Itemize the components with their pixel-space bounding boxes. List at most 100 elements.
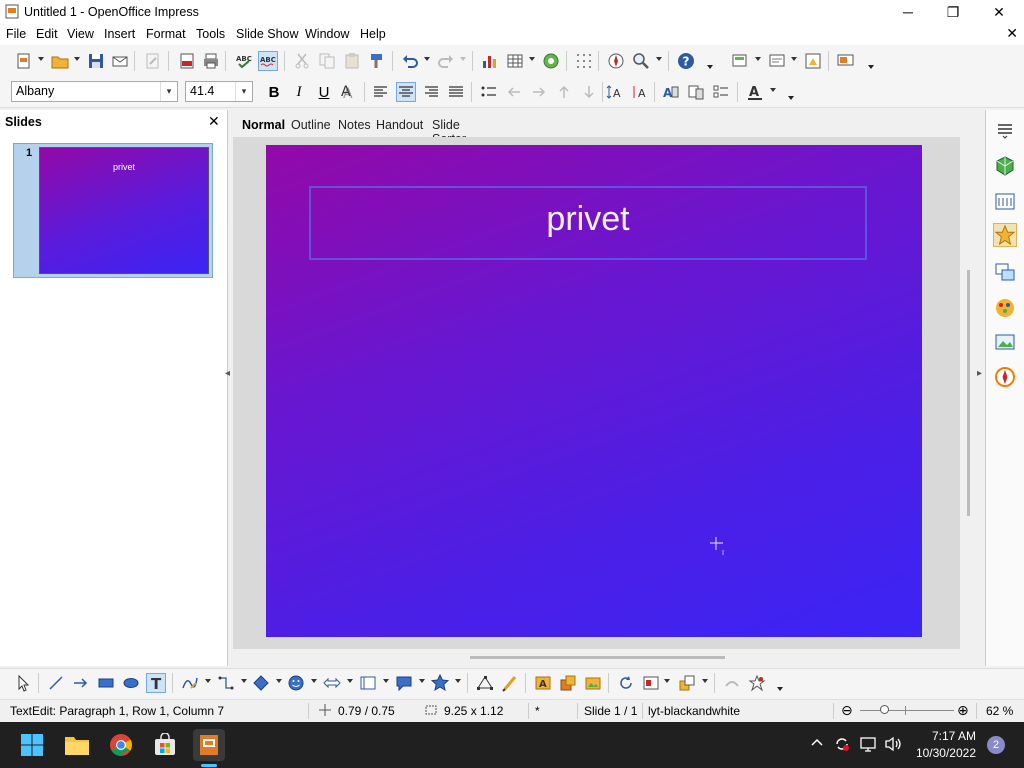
slide-icon[interactable] bbox=[730, 51, 750, 71]
symbol-shapes-icon[interactable] bbox=[286, 673, 306, 693]
font-color-dropdown-arrow[interactable] bbox=[770, 88, 776, 92]
rectangle-icon[interactable] bbox=[96, 673, 116, 693]
zoom-in-icon[interactable]: ⊕ bbox=[957, 702, 969, 719]
file-explorer-icon[interactable] bbox=[61, 729, 93, 761]
rotate-icon[interactable] bbox=[616, 673, 636, 693]
stars-dropdown-arrow[interactable] bbox=[455, 679, 461, 683]
email-document-icon[interactable] bbox=[110, 51, 130, 71]
align-right-icon[interactable] bbox=[421, 82, 441, 102]
select-arrow-icon[interactable] bbox=[14, 673, 34, 693]
justify-icon[interactable] bbox=[446, 82, 466, 102]
character-icon[interactable]: A bbox=[661, 82, 681, 102]
slide-thumbnail[interactable]: 1 privet bbox=[13, 143, 213, 278]
extrusion-icon[interactable] bbox=[722, 673, 742, 693]
new-dropdown-arrow[interactable] bbox=[38, 57, 44, 61]
zoom-percentage[interactable]: 62 % bbox=[986, 704, 1013, 718]
redo-dropdown-arrow[interactable] bbox=[460, 57, 466, 61]
connector-icon[interactable] bbox=[216, 673, 236, 693]
autospellcheck-icon[interactable]: ABC bbox=[258, 51, 278, 71]
connector-dropdown-arrow[interactable] bbox=[241, 679, 247, 683]
slide-show-icon[interactable] bbox=[836, 51, 856, 71]
align-left-icon[interactable] bbox=[371, 82, 391, 102]
menu-tools[interactable]: Tools bbox=[196, 27, 225, 41]
undo-icon[interactable] bbox=[400, 51, 420, 71]
basic-shapes-dropdown-arrow[interactable] bbox=[276, 679, 282, 683]
help-icon[interactable]: ? bbox=[676, 51, 696, 71]
basic-shapes-icon[interactable] bbox=[251, 673, 271, 693]
block-arrows-dropdown-arrow[interactable] bbox=[347, 679, 353, 683]
menu-slide-show[interactable]: Slide Show bbox=[236, 27, 299, 41]
menu-help[interactable]: Help bbox=[360, 27, 386, 41]
clone-formatting-icon[interactable] bbox=[367, 51, 387, 71]
align-center-icon[interactable] bbox=[396, 82, 416, 102]
save-icon[interactable] bbox=[86, 51, 106, 71]
font-color-icon[interactable]: A bbox=[745, 82, 765, 102]
openoffice-impress-taskbar-icon[interactable] bbox=[193, 729, 225, 761]
menu-format[interactable]: Format bbox=[146, 27, 186, 41]
toolbar-overflow-icon-4[interactable] bbox=[777, 677, 783, 691]
from-file-icon[interactable] bbox=[558, 673, 578, 693]
bullets-numbering-icon[interactable] bbox=[711, 82, 731, 102]
points-icon[interactable] bbox=[475, 673, 495, 693]
font-name-combo[interactable]: Albany ▾ bbox=[11, 81, 178, 102]
copy-icon[interactable] bbox=[317, 51, 337, 71]
font-name-dropdown-icon[interactable]: ▾ bbox=[160, 82, 177, 101]
open-dropdown-arrow[interactable] bbox=[74, 57, 80, 61]
table-dropdown-arrow[interactable] bbox=[529, 57, 535, 61]
open-folder-icon[interactable] bbox=[50, 51, 70, 71]
curve-dropdown-arrow[interactable] bbox=[205, 679, 211, 683]
curve-icon[interactable] bbox=[180, 673, 200, 693]
collapse-right-pane-icon[interactable]: ▸ bbox=[977, 368, 982, 379]
export-pdf-icon[interactable] bbox=[177, 51, 197, 71]
minimize-button[interactable]: ─ bbox=[885, 0, 931, 24]
master-pages-icon[interactable] bbox=[993, 190, 1017, 214]
display-views-icon[interactable] bbox=[803, 51, 823, 71]
insert-chart-icon[interactable] bbox=[480, 51, 500, 71]
grid-icon[interactable] bbox=[574, 51, 594, 71]
zoom-dropdown-arrow[interactable] bbox=[656, 57, 662, 61]
gallery-toolbar-icon[interactable] bbox=[583, 673, 603, 693]
custom-animation-icon[interactable] bbox=[993, 223, 1017, 247]
underline-button[interactable]: U bbox=[314, 82, 334, 102]
horizontal-scrollbar[interactable] bbox=[470, 656, 725, 659]
fontwork-icon[interactable]: A bbox=[533, 673, 553, 693]
volume-icon[interactable] bbox=[884, 735, 904, 756]
gallery-icon[interactable] bbox=[993, 330, 1017, 354]
close-document-icon[interactable]: ✕ bbox=[1006, 25, 1018, 42]
paste-icon[interactable] bbox=[342, 51, 362, 71]
alignment-dropdown-arrow[interactable] bbox=[664, 679, 670, 683]
menu-edit[interactable]: Edit bbox=[36, 27, 58, 41]
arrange-icon[interactable] bbox=[677, 673, 697, 693]
block-arrows-icon[interactable] bbox=[322, 673, 342, 693]
slides-pane-close-icon[interactable]: ✕ bbox=[208, 113, 220, 130]
close-window-button[interactable]: ✕ bbox=[976, 0, 1022, 24]
flowcharts-dropdown-arrow[interactable] bbox=[383, 679, 389, 683]
increase-spacing-icon[interactable]: A bbox=[605, 82, 625, 102]
paragraph-icon[interactable] bbox=[686, 82, 706, 102]
toolbar-overflow-icon[interactable] bbox=[707, 55, 713, 69]
stars-icon[interactable] bbox=[430, 673, 450, 693]
alignment-icon[interactable] bbox=[641, 673, 661, 693]
properties-icon[interactable] bbox=[993, 154, 1017, 178]
slide-title-text[interactable]: privet bbox=[309, 200, 867, 239]
tab-handout[interactable]: Handout bbox=[376, 118, 423, 132]
tab-normal[interactable]: Normal bbox=[242, 118, 285, 132]
sync-status-icon[interactable] bbox=[833, 735, 851, 756]
spellcheck-icon[interactable]: ABC bbox=[234, 51, 254, 71]
vertical-scrollbar[interactable] bbox=[967, 270, 970, 516]
decrease-spacing-icon[interactable]: A bbox=[630, 82, 650, 102]
slide-transition-icon[interactable] bbox=[993, 260, 1017, 284]
bold-button[interactable]: B bbox=[264, 82, 284, 102]
microsoft-store-icon[interactable] bbox=[149, 729, 181, 761]
move-down-icon[interactable] bbox=[579, 82, 599, 102]
zoom-out-icon[interactable]: ⊖ bbox=[841, 702, 853, 719]
styles-icon[interactable] bbox=[993, 296, 1017, 320]
zoom-slider-handle[interactable] bbox=[880, 705, 889, 714]
symbol-shapes-dropdown-arrow[interactable] bbox=[311, 679, 317, 683]
slide-design-icon[interactable] bbox=[767, 51, 787, 71]
gluepoints-icon[interactable] bbox=[500, 673, 520, 693]
toolbar-overflow-icon-3[interactable] bbox=[788, 86, 794, 100]
menu-view[interactable]: View bbox=[67, 27, 94, 41]
slide-dropdown-arrow[interactable] bbox=[755, 57, 761, 61]
promote-icon[interactable] bbox=[504, 82, 524, 102]
